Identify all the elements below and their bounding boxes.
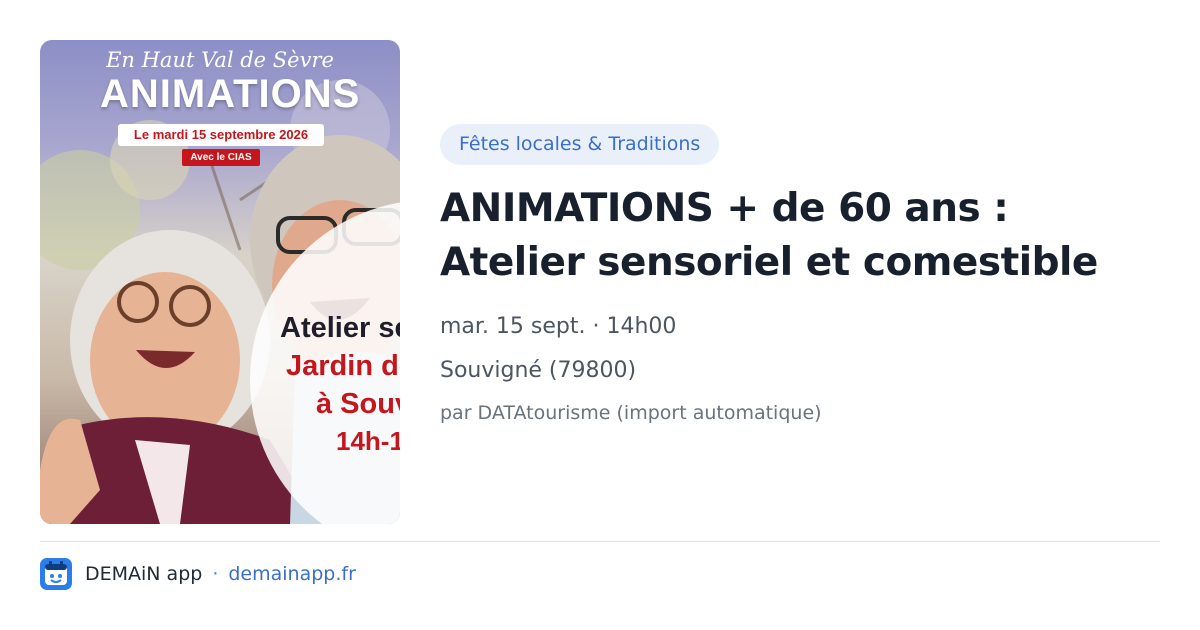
footer: DEMAiN app · demainapp.fr (40, 558, 356, 590)
event-source: par DATAtourisme (import automatique) (440, 402, 822, 424)
event-title[interactable]: ANIMATIONS + de 60 ans : Atelier sensori… (440, 182, 1160, 290)
demain-app-icon (40, 558, 72, 590)
event-datetime: mar. 15 sept. · 14h00 (440, 314, 677, 339)
app-domain-link[interactable]: demainapp.fr (228, 563, 356, 585)
poster-organizer: Avec le CIAS (182, 149, 260, 166)
footer-divider (40, 541, 1160, 542)
event-poster-image[interactable]: En Haut Val de Sèvre ANIMATIONS Le mardi… (40, 40, 400, 524)
poster-date: Le mardi 15 septembre 2026 (118, 124, 324, 146)
footer-separator: · (212, 563, 219, 585)
app-name: DEMAiN app (85, 563, 203, 585)
poster-subtitle: En Haut Val de Sèvre (106, 48, 334, 72)
poster-line-4: 14h-1 (336, 426, 400, 456)
poster-line-1: Atelier se (280, 312, 400, 344)
event-location: Souvigné (79800) (440, 358, 637, 383)
poster-details: Atelier se Jardin de à Souv 14h-1 (280, 312, 400, 456)
poster-line-2: Jardin de (286, 350, 400, 382)
category-badge[interactable]: Fêtes locales & Traditions (440, 124, 720, 165)
poster-line-3: à Souv (316, 388, 400, 420)
poster-title: ANIMATIONS (100, 72, 361, 116)
